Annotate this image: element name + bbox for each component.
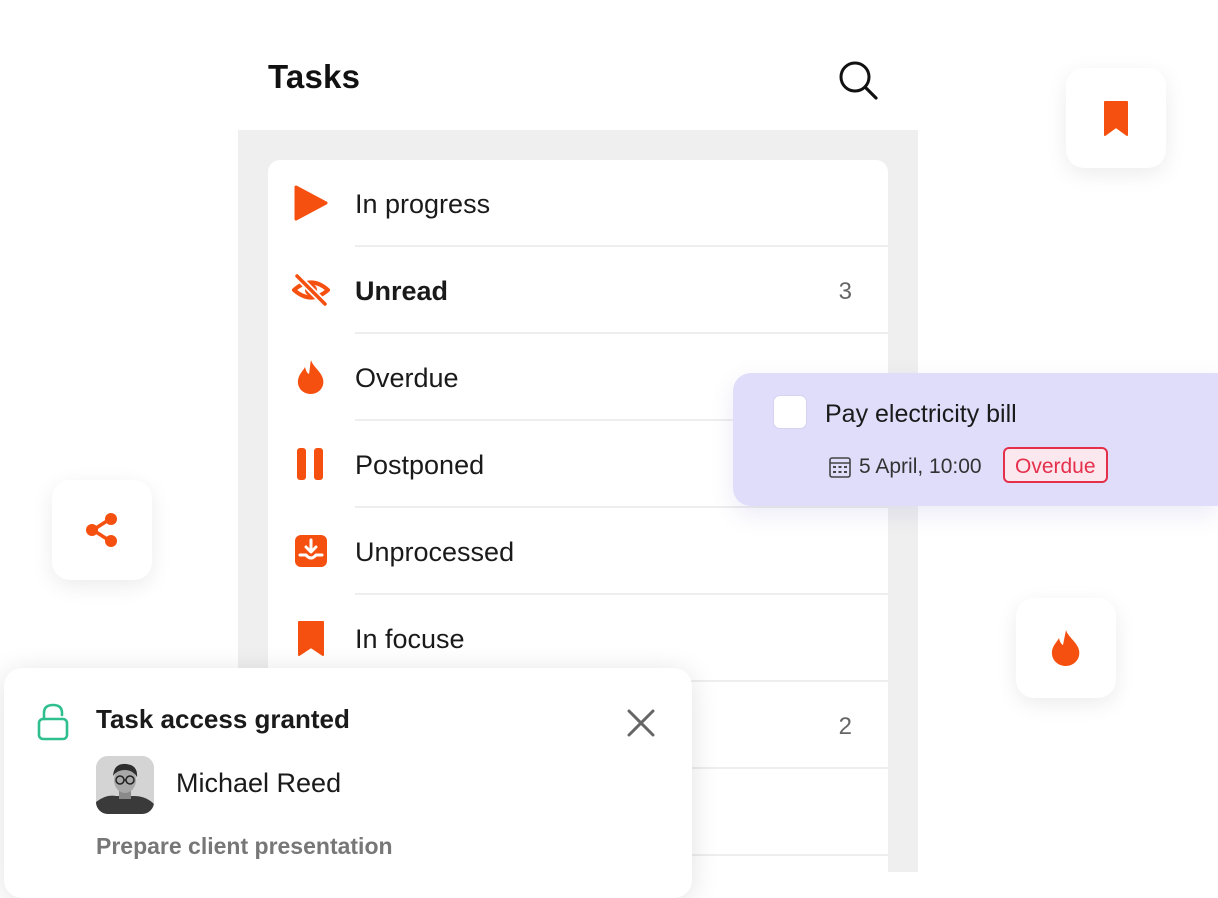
filter-count: 2 xyxy=(838,713,852,740)
task-card[interactable]: Pay electricity bill 5 April, 10:00 Over… xyxy=(733,373,1218,506)
filter-label: In focuse xyxy=(355,624,465,654)
user-name: Michael Reed xyxy=(176,768,342,798)
calendar-icon xyxy=(829,457,851,478)
notification-title: Task access granted xyxy=(96,704,350,734)
inbox-download-icon xyxy=(295,535,327,567)
filter-label: Overdue xyxy=(355,363,459,393)
filter-label: Unprocessed xyxy=(355,537,515,567)
play-icon xyxy=(294,185,328,221)
filter-label: In progress xyxy=(355,189,491,219)
status-badge: Overdue xyxy=(1003,447,1108,483)
search-icon[interactable] xyxy=(836,58,882,104)
task-name: Prepare client presentation xyxy=(96,833,393,859)
lock-icon xyxy=(37,703,69,741)
flame-icon xyxy=(1051,630,1080,666)
access-notification: Task access granted Michael Reed Prepare… xyxy=(4,668,692,898)
share-icon xyxy=(86,513,117,547)
flame-icon xyxy=(297,360,324,394)
task-checkbox[interactable] xyxy=(773,395,807,429)
unread-count: 3 xyxy=(838,278,852,305)
page-title: Tasks xyxy=(268,58,361,95)
eye-off-icon xyxy=(292,273,330,307)
filter-item-unread[interactable]: Unread 3 xyxy=(268,247,888,334)
app-header: Tasks xyxy=(238,0,918,130)
bookmark-icon xyxy=(1104,101,1128,136)
task-title: Pay electricity bill xyxy=(825,400,1017,428)
flame-tile xyxy=(1016,598,1116,698)
filter-label: Unread xyxy=(355,276,449,306)
task-due-date: 5 April, 10:00 xyxy=(859,455,982,478)
filter-item-in-progress[interactable]: In progress xyxy=(268,160,888,247)
pause-icon xyxy=(297,448,323,480)
filter-label: Postponed xyxy=(355,450,485,480)
filter-item-unprocessed[interactable]: Unprocessed xyxy=(268,508,888,595)
bookmark-icon xyxy=(298,621,324,656)
close-icon[interactable] xyxy=(624,706,658,740)
share-tile xyxy=(52,480,152,580)
avatar xyxy=(96,756,154,814)
bookmark-tile xyxy=(1066,68,1166,168)
